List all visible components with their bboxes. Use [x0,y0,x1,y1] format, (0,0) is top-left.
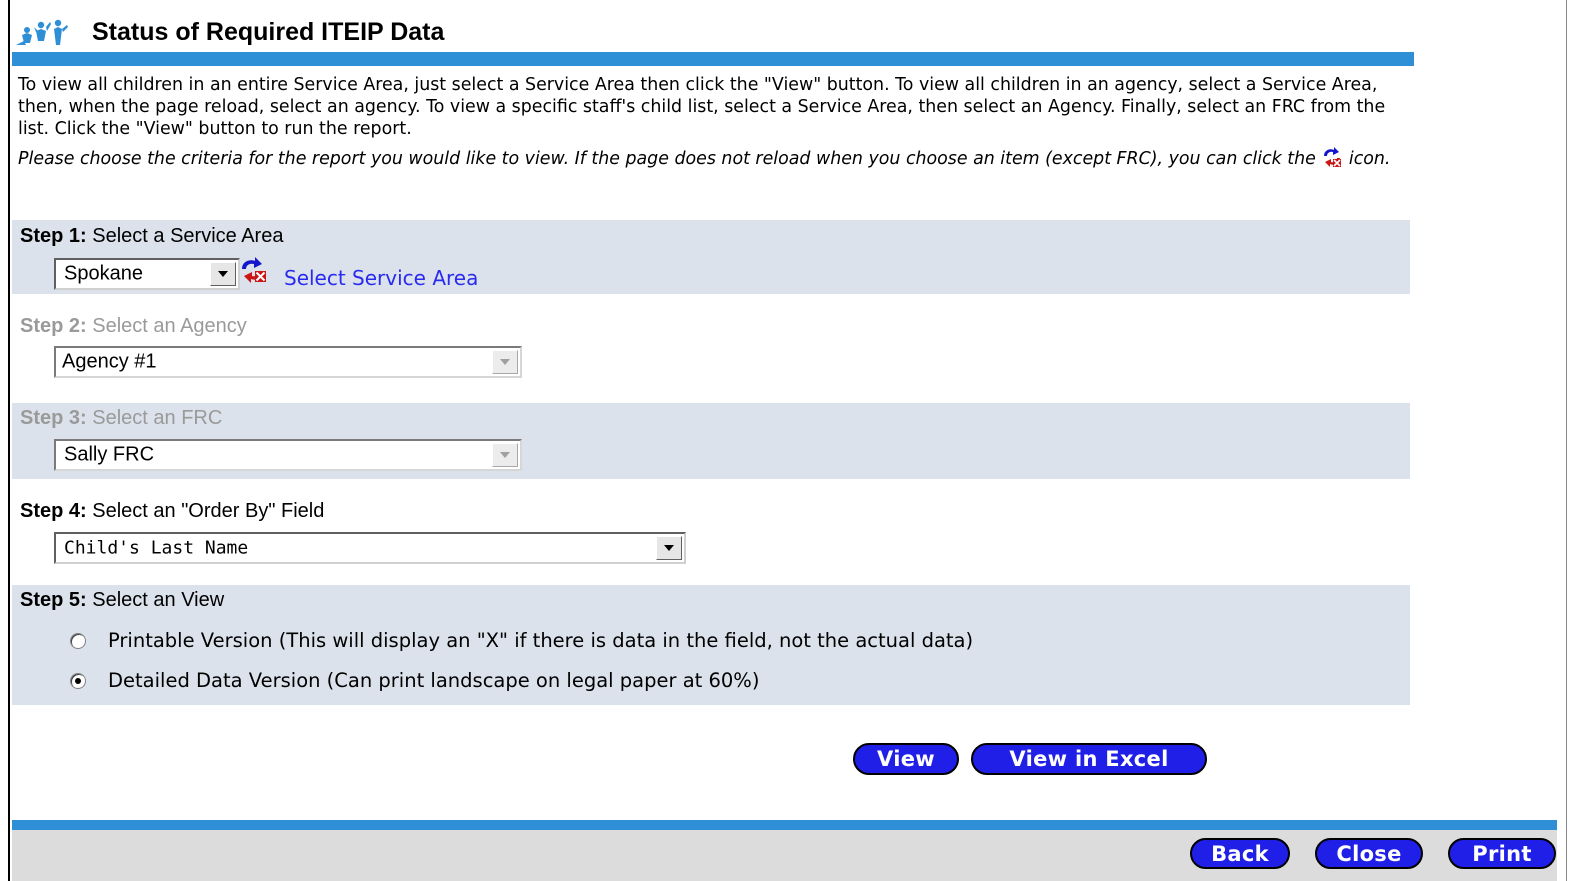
step1-label: Step 1: Select a Service Area [20,225,283,248]
step3-section: Step 3: Select an FRC Sally FRC [12,403,1410,479]
window-left-border [8,0,10,881]
view-button[interactable]: View [853,743,959,775]
step3-text: Select an FRC [92,407,223,429]
service-area-value: Spokane [64,262,143,285]
step5-number: Step 5: [20,589,87,611]
page-header: Status of Required ITEIP Data [14,14,444,50]
refresh-icon[interactable] [238,256,272,284]
back-button[interactable]: Back [1190,838,1290,869]
step4-text: Select an "Order By" Field [92,500,325,522]
frc-select[interactable]: Sally FRC [54,439,522,471]
step5-label: Step 5: Select an View [20,589,224,612]
chevron-down-icon[interactable] [492,443,518,467]
chevron-down-icon[interactable] [492,350,518,374]
detailed-version-option[interactable]: Detailed Data Version (Can print landsca… [70,669,759,692]
printable-version-label: Printable Version (This will display an … [108,629,974,652]
frc-value: Sally FRC [64,443,155,466]
printable-version-option[interactable]: Printable Version (This will display an … [70,629,973,652]
detailed-version-radio[interactable] [70,672,86,689]
detailed-version-label: Detailed Data Version (Can print landsca… [108,669,760,692]
title-accent-bar [12,52,1414,66]
step2-section: Step 2: Select an Agency Agency #1 [12,312,1410,384]
order-by-select[interactable]: Child's Last Name [54,532,686,564]
step2-text: Select an Agency [92,315,247,337]
close-button[interactable]: Close [1315,838,1423,869]
step2-label: Step 2: Select an Agency [20,315,247,338]
children-logo-icon [16,19,68,45]
print-button[interactable]: Print [1448,838,1556,869]
refresh-icon [1324,147,1342,167]
printable-version-radio[interactable] [70,632,86,649]
step4-section: Step 4: Select an "Order By" Field Child… [12,496,1410,570]
order-by-value: Child's Last Name [64,537,249,559]
agency-value: Agency #1 [62,350,157,373]
window-right-border [1566,0,1567,881]
step3-label: Step 3: Select an FRC [20,407,222,430]
step5-text: Select an View [92,589,225,611]
step1-section: Step 1: Select a Service Area Spokane Se… [12,220,1410,294]
instructions: To view all children in an entire Servic… [18,74,1413,172]
instruction-text: Please choose the criteria for the repor… [18,146,1413,172]
chevron-down-icon[interactable] [210,262,236,286]
step3-number: Step 3: [20,407,87,429]
page-title: Status of Required ITEIP Data [92,17,445,46]
select-service-area-link[interactable]: Select Service Area [284,266,478,290]
instruction-text-post: icon. [1348,149,1391,169]
step4-number: Step 4: [20,500,87,522]
step4-label: Step 4: Select an "Order By" Field [20,500,324,523]
intro-text: To view all children in an entire Servic… [18,75,1386,139]
chevron-down-icon[interactable] [656,536,682,560]
step2-number: Step 2: [20,315,87,337]
step5-section: Step 5: Select an View Printable Version… [12,585,1410,705]
footer-accent-bar [12,820,1557,830]
view-in-excel-button[interactable]: View in Excel [971,743,1207,775]
instruction-text-pre: Please choose the criteria for the repor… [18,149,1316,169]
service-area-select[interactable]: Spokane [54,258,240,290]
step1-text: Select a Service Area [92,225,284,247]
step1-number: Step 1: [20,225,87,247]
agency-select[interactable]: Agency #1 [54,346,522,378]
